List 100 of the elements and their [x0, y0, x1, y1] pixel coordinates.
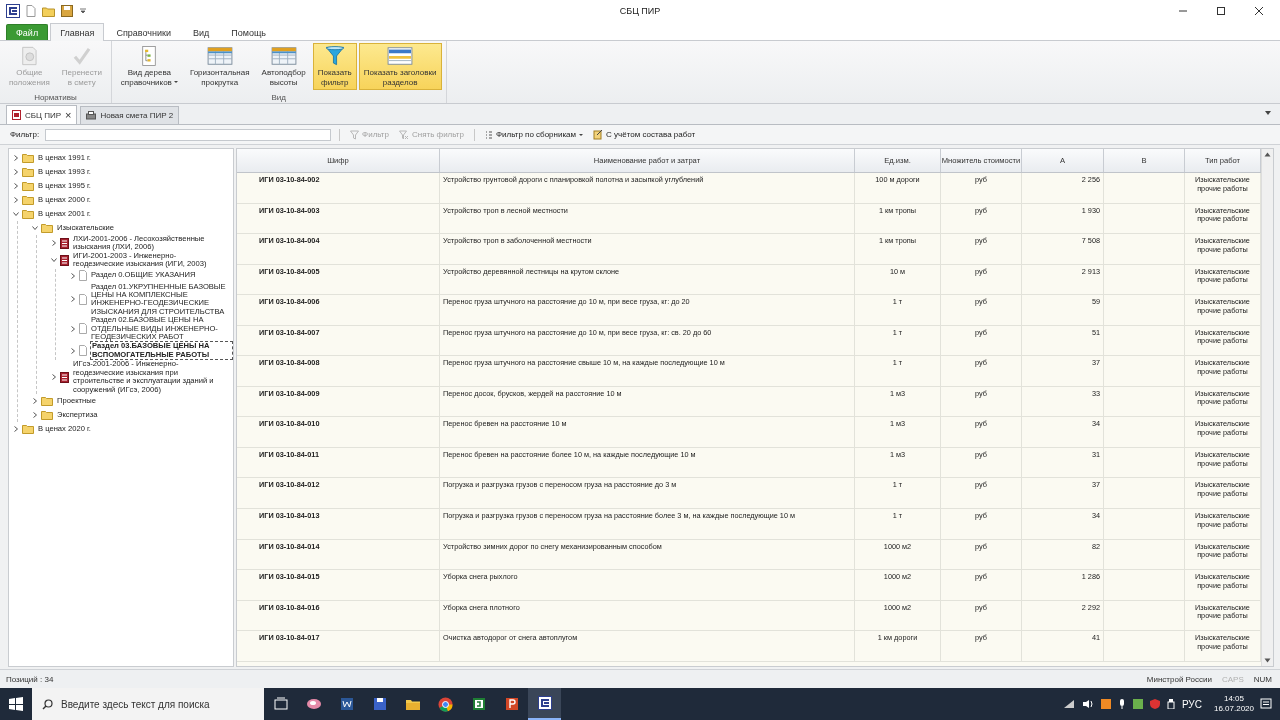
expander-icon[interactable]	[70, 325, 76, 332]
folder-icon	[22, 195, 34, 205]
expander-icon[interactable]	[13, 425, 19, 432]
position-count: Позиций : 34	[6, 674, 54, 684]
app-logo-icon	[6, 4, 20, 18]
windows-start-icon[interactable]	[9, 697, 23, 711]
expander-icon[interactable]	[70, 296, 76, 303]
scrollbar[interactable]	[1261, 149, 1273, 666]
expander-icon[interactable]	[13, 183, 19, 189]
clear-filter-icon	[399, 129, 409, 140]
ribbon-tab[interactable]: Файл	[6, 24, 49, 40]
app-logo-icon[interactable]	[537, 696, 552, 710]
toolbar-button[interactable]: Фильтр по сборникам	[482, 129, 586, 140]
table-icon	[268, 45, 299, 67]
clock-date[interactable]: 16.07.2020	[1213, 704, 1254, 714]
notifications-icon[interactable]	[1260, 698, 1272, 710]
search-icon	[42, 698, 53, 710]
folder-icon	[22, 167, 34, 177]
folder-icon	[41, 223, 53, 233]
cloud-app-icon[interactable]	[305, 697, 322, 711]
expander-icon[interactable]	[13, 155, 19, 161]
expander-icon[interactable]	[51, 257, 57, 264]
list-icon	[484, 129, 493, 140]
expander-icon[interactable]	[51, 374, 57, 381]
folder-icon	[22, 181, 34, 191]
powerpoint-icon[interactable]	[504, 697, 519, 711]
scroll-down-icon[interactable]	[1264, 658, 1271, 663]
expander-icon[interactable]	[13, 211, 19, 217]
ribbon-button[interactable]: Автоподбор высоты	[256, 43, 311, 90]
save-icon[interactable]	[61, 5, 73, 17]
ribbon-button: Общие положения	[4, 43, 55, 90]
key-indicator: CAPS	[1222, 674, 1244, 684]
key-indicator: NUM	[1253, 674, 1272, 684]
task-view-icon[interactable]	[273, 697, 288, 711]
page-icon	[79, 293, 87, 305]
usb-icon[interactable]	[1166, 699, 1175, 709]
printer-icon	[86, 111, 97, 120]
expander-icon[interactable]	[32, 397, 38, 404]
document-tab[interactable]: СБЦ ПИР ×	[6, 105, 78, 124]
expander-icon[interactable]	[13, 169, 19, 175]
ribbon-button[interactable]: Горизонтальная прокрутка	[184, 43, 255, 90]
document-tab[interactable]: Новая смета ПИР 2	[80, 106, 180, 124]
speaker-icon[interactable]	[1081, 699, 1094, 709]
maximize-icon[interactable]	[1216, 6, 1226, 16]
floppy-icon[interactable]	[372, 697, 387, 711]
clipboard-icon	[593, 129, 604, 140]
ribbon-tab[interactable]: Помощь	[221, 24, 276, 40]
search-field[interactable]: Введите здесь текст для поиска	[32, 688, 264, 720]
table-headers-icon	[385, 45, 416, 67]
caret-icon[interactable]	[79, 7, 87, 15]
word-icon[interactable]	[339, 697, 354, 711]
expander-icon[interactable]	[32, 225, 38, 231]
language-indicator[interactable]: РУС	[1181, 698, 1202, 710]
funnel-icon	[350, 129, 360, 140]
ribbon-tab[interactable]: Справочники	[106, 24, 181, 40]
folder-icon	[22, 153, 34, 163]
window-title: СБЦ ПИР	[619, 6, 661, 16]
book-icon	[60, 371, 69, 383]
expander-icon[interactable]	[32, 411, 38, 418]
expander-icon[interactable]	[70, 272, 76, 279]
book-icon	[60, 254, 69, 266]
close-icon[interactable]: ×	[65, 110, 72, 120]
expander-icon[interactable]	[13, 197, 19, 203]
folder-icon	[41, 409, 53, 420]
microphone-icon[interactable]	[1117, 699, 1126, 709]
browser-icon[interactable]	[438, 696, 453, 712]
filter-field[interactable]	[45, 128, 332, 141]
ribbon-button[interactable]: Показать заголовки разделов	[358, 43, 442, 90]
toolbar-button[interactable]: С учётом состава работ	[591, 129, 698, 140]
table-icon	[204, 45, 235, 67]
folder-icon[interactable]	[404, 697, 421, 711]
ribbon-tab[interactable]: Вид	[182, 24, 220, 40]
folder-icon	[22, 423, 34, 434]
network-icon[interactable]	[1062, 699, 1075, 709]
book-icon	[60, 237, 69, 249]
organization-label: Минстрой России	[1146, 674, 1212, 684]
shield-icon[interactable]	[1149, 699, 1160, 709]
scroll-up-icon[interactable]	[1264, 152, 1271, 157]
page-icon	[79, 345, 87, 357]
ribbon-button[interactable]: Вид дерева справочников	[115, 43, 183, 90]
tray-app-icon[interactable]	[1100, 699, 1111, 709]
ribbon-tab[interactable]: Главная	[50, 23, 105, 41]
new-document-icon[interactable]	[26, 5, 36, 17]
page-icon	[79, 323, 87, 335]
group-label: Вид	[270, 92, 287, 103]
expander-icon[interactable]	[70, 347, 76, 354]
filter-label: Фильтр:	[10, 130, 40, 139]
page-icon	[79, 270, 87, 282]
close-icon[interactable]	[1254, 6, 1264, 16]
toolbar-button: Снять фильтр	[397, 129, 466, 140]
folder-icon	[22, 209, 34, 219]
dropdown-icon[interactable]	[1264, 110, 1272, 116]
expander-icon[interactable]	[51, 240, 57, 247]
ribbon-button[interactable]: Показать фильтр	[312, 43, 357, 90]
toolbar-button: Фильтр	[348, 129, 391, 140]
clock-time[interactable]: 14:05	[1223, 694, 1244, 704]
tray-app-icon[interactable]	[1132, 699, 1143, 709]
terminal-icon[interactable]	[471, 697, 486, 711]
folder-icon	[41, 395, 53, 406]
ribbon-button: Перенести в смету	[56, 43, 107, 90]
